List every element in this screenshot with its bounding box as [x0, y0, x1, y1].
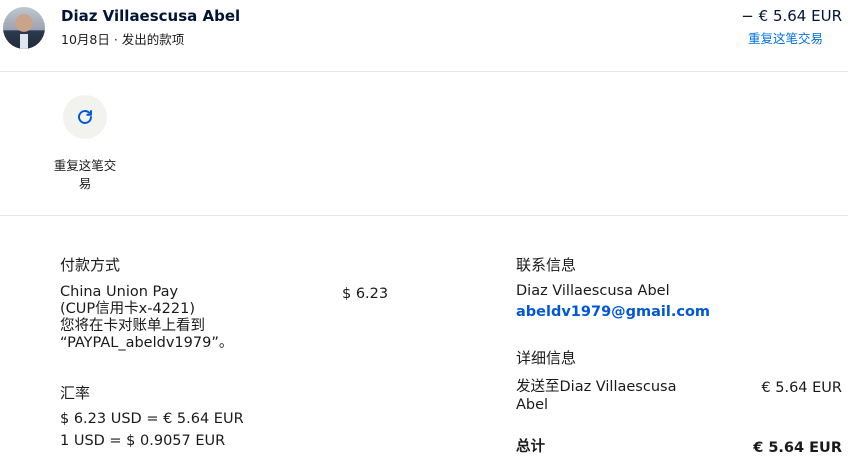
payment-method-line: “PAYPAL_abeldv1979”。 [60, 335, 234, 351]
payment-method-line: 您将在卡对账单上看到 [60, 318, 205, 334]
sent-to-label: 发送至Diaz Villaescusa [516, 379, 677, 395]
payment-amount: $ 6.23 [342, 286, 389, 302]
transaction-meta: 10月8日 · 发出的款项 [61, 32, 185, 47]
repeat-transaction-link[interactable]: 重复这笔交易 [748, 28, 823, 47]
avatar [3, 7, 45, 49]
exchange-rate-title: 汇率 [60, 384, 91, 402]
contact-info-title: 联系信息 [516, 256, 577, 274]
repeat-transaction-button[interactable]: 重复这笔交易 [40, 95, 130, 205]
payment-method-line: China Union Pay [60, 284, 179, 300]
contact-name: Diaz Villaescusa Abel [516, 283, 670, 299]
sent-to-label: Abel [516, 397, 549, 413]
transaction-amount: − € 5.64 EUR [741, 7, 842, 25]
refresh-icon [63, 95, 107, 139]
total-amount: € 5.64 EUR [753, 440, 842, 456]
total-label: 总计 [516, 439, 545, 455]
exchange-rate-line: $ 6.23 USD = € 5.64 EUR [60, 411, 244, 427]
divider [0, 215, 848, 216]
details-title: 详细信息 [516, 349, 577, 367]
counterparty-name: Diaz Villaescusa Abel [61, 7, 241, 25]
payment-method-line: (CUP信用卡x-4221) [60, 301, 196, 317]
sent-amount: € 5.64 EUR [761, 380, 842, 396]
payment-method-title: 付款方式 [60, 256, 121, 274]
contact-email-link[interactable]: abeldv1979@gmail.com [516, 304, 710, 320]
repeat-transaction-label: 重复这笔交易 [53, 158, 117, 191]
exchange-rate-line: 1 USD = $ 0.9057 EUR [60, 433, 226, 449]
transaction-header: Diaz Villaescusa Abel 10月8日 · 发出的款项 − € … [0, 0, 848, 72]
